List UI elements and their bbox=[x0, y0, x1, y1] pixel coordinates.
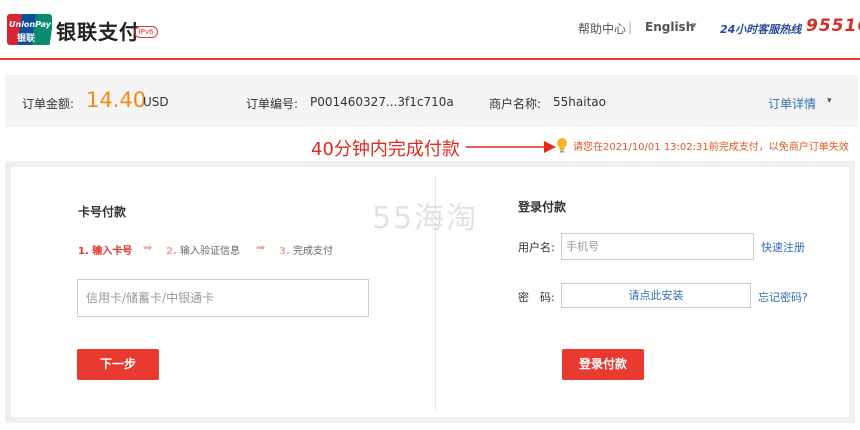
quick-register-link[interactable]: 快速注册 bbox=[761, 239, 805, 255]
hotline-label: 24小时客服热线 bbox=[720, 23, 802, 36]
step-label: 输入验证信息 bbox=[179, 246, 240, 257]
order-number-label: 订单编号: bbox=[246, 97, 299, 111]
language-select[interactable]: English bbox=[645, 20, 694, 34]
arrow-right-icon: ➡ bbox=[143, 241, 153, 254]
amount-value: 14.40 bbox=[86, 88, 147, 112]
next-step-button[interactable]: 下一步 bbox=[77, 349, 159, 380]
header-separator: | bbox=[628, 20, 633, 34]
username-label: 用户名: bbox=[518, 241, 555, 254]
username-input[interactable] bbox=[561, 233, 754, 260]
header-divider bbox=[0, 58, 860, 60]
merchant-name-label: 商户名称: bbox=[489, 97, 542, 111]
amount-label: 订单金额: bbox=[22, 97, 75, 111]
step-number: 2. bbox=[166, 246, 177, 257]
step-enter-card: 1. 输入卡号 bbox=[78, 246, 133, 257]
annotation-arrow bbox=[466, 141, 556, 153]
watermark: 55海淘 bbox=[372, 201, 479, 236]
step-verify-info: 2. 输入验证信息 bbox=[166, 242, 240, 257]
merchant-name-value: 55haitao bbox=[553, 95, 606, 109]
login-payment-title: 登录付款 bbox=[518, 200, 567, 214]
logo-text-cn: 银联 bbox=[17, 34, 36, 44]
hotline-number: 95516 bbox=[806, 16, 860, 36]
password-label: 密 码: bbox=[518, 291, 555, 304]
chevron-down-icon[interactable]: ▾ bbox=[692, 21, 697, 31]
unionpay-logo: UnionPay 银联 bbox=[7, 14, 52, 45]
annotation-text: 40分钟内完成付款 bbox=[311, 139, 460, 160]
logo-text-en: UnionPay bbox=[9, 20, 51, 29]
brand-title: 银联支付 bbox=[56, 20, 140, 44]
step-number: 3. bbox=[279, 246, 290, 257]
card-payment-title: 卡号付款 bbox=[78, 205, 127, 219]
forgot-password-link[interactable]: 忘记密码? bbox=[758, 289, 808, 305]
login-pay-button[interactable]: 登录付款 bbox=[562, 349, 644, 380]
help-center-link[interactable]: 帮助中心 bbox=[578, 20, 626, 37]
order-number-value: P001460327...3f1c710a bbox=[310, 95, 454, 109]
order-detail-link[interactable]: 订单详情 bbox=[768, 95, 816, 112]
arrow-right-icon: ➡ bbox=[256, 241, 266, 254]
step-complete-payment: 3. 完成支付 bbox=[279, 242, 333, 257]
lightbulb-icon bbox=[557, 138, 567, 153]
card-number-input[interactable] bbox=[77, 279, 369, 317]
caret-down-icon[interactable]: ▾ bbox=[827, 96, 832, 106]
amount-currency: USD bbox=[143, 95, 169, 109]
password-install-field[interactable]: 请点此安装 bbox=[561, 283, 751, 308]
payment-deadline-notice: 请您在2021/10/01 13:02:31前完成支付，以免商户订单失效 bbox=[573, 142, 849, 153]
ipv6-badge: IPv6 bbox=[134, 26, 158, 38]
step-label: 完成支付 bbox=[292, 246, 333, 257]
